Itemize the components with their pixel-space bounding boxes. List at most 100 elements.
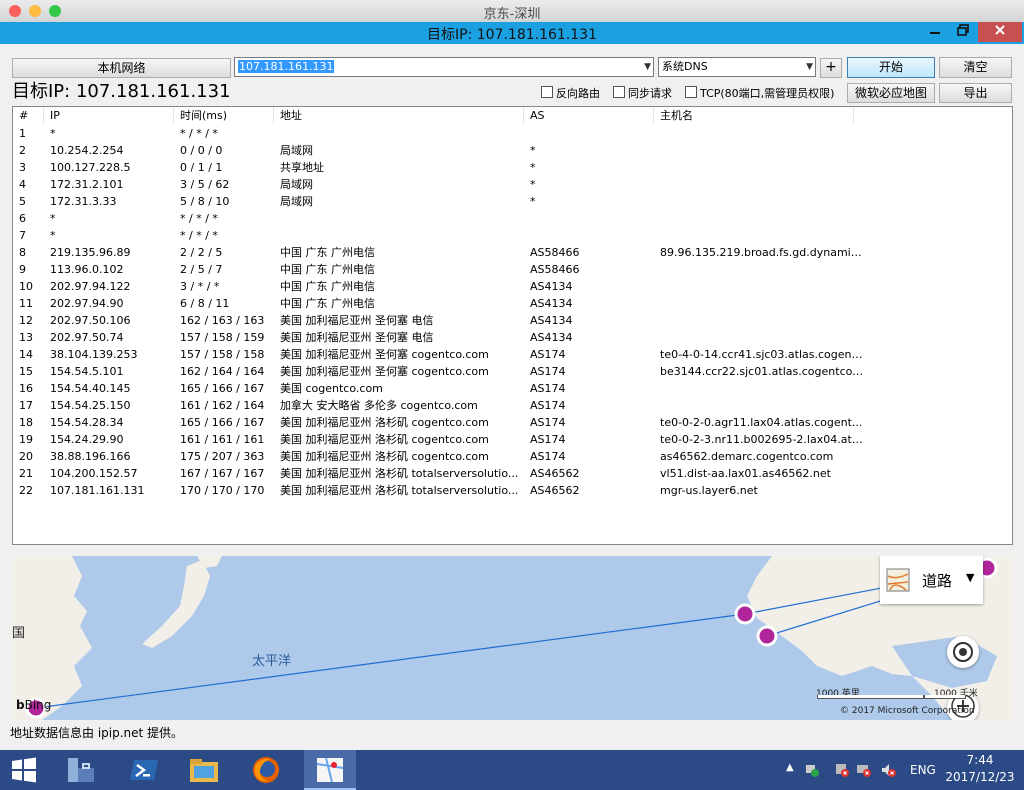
table-row[interactable]: 6 * * / * / * [13, 210, 1012, 227]
cell-time: * / * / * [180, 229, 218, 242]
cell-address: 中国 广东 广州电信 [280, 280, 375, 293]
table-row[interactable]: 5 172.31.3.33 5 / 8 / 10 局域网 * [13, 193, 1012, 210]
table-row[interactable]: 22 107.181.161.131 170 / 170 / 170 美国 加利福尼亚… [13, 482, 1012, 499]
bing-logo[interactable]: bBing [16, 698, 51, 712]
route-map[interactable]: 太平洋 国 道路 ▼ 1000 英里 1000 千米 © 2017 Micros… [12, 556, 1013, 720]
cell-ip: 202.97.94.90 [50, 297, 124, 310]
cell-ip: * [50, 229, 56, 242]
table-row[interactable]: 11 202.97.94.90 6 / 8 / 11 中国 广东 广州电信 AS4134 [13, 295, 1012, 312]
hop-marker[interactable] [756, 625, 778, 647]
table-row[interactable]: 16 154.54.40.145 165 / 166 / 167 美国 cogentc… [13, 380, 1012, 397]
windows-start-icon[interactable] [8, 754, 40, 786]
checkbox-icon[interactable] [613, 86, 625, 98]
ocean-label: 太平洋 [252, 654, 292, 669]
checkbox-icon[interactable] [541, 86, 553, 98]
cell-index: 21 [19, 467, 33, 480]
column-header-as[interactable]: AS [524, 107, 654, 124]
table-row[interactable]: 1 * * / * / * [13, 125, 1012, 142]
chevron-down-icon[interactable]: ▼ [806, 58, 813, 76]
security-tray-icon[interactable] [834, 762, 850, 778]
volume-muted-icon[interactable] [880, 762, 896, 778]
cell-time: 2 / 5 / 7 [180, 263, 223, 276]
table-row[interactable]: 18 154.54.28.34 165 / 166 / 167 美国 加利福尼亚州 洛… [13, 414, 1012, 431]
file-explorer-icon[interactable] [188, 754, 220, 786]
cell-as: AS174 [530, 416, 566, 429]
restore-icon[interactable] [950, 22, 976, 42]
reverse-route-checkbox[interactable]: 反向路由 [541, 86, 600, 101]
table-row[interactable]: 13 202.97.50.74 157 / 158 / 159 美国 加利福尼亚州 圣… [13, 329, 1012, 346]
hop-marker[interactable] [734, 603, 756, 625]
minimize-icon[interactable] [922, 22, 948, 42]
cell-index: 17 [19, 399, 33, 412]
column-header-hostname[interactable]: 主机名 [654, 107, 854, 124]
cell-time: 157 / 158 / 158 [180, 348, 265, 361]
language-indicator[interactable]: ENG [910, 763, 936, 777]
cell-address: 局域网 [280, 178, 313, 191]
target-combo[interactable]: 107.181.161.131 ▼ [234, 57, 654, 77]
column-header-address[interactable]: 地址 [274, 107, 524, 124]
export-button[interactable]: 导出 [939, 83, 1012, 103]
table-row[interactable]: 15 154.54.5.101 162 / 164 / 164 美国 加利福尼亚州 圣… [13, 363, 1012, 380]
cell-time: 161 / 162 / 164 [180, 399, 265, 412]
reverse-route-label: 反向路由 [556, 87, 600, 100]
table-row[interactable]: 4 172.31.2.101 3 / 5 / 62 局域网 * [13, 176, 1012, 193]
table-row[interactable]: 12 202.97.50.106 162 / 163 / 163 美国 加利福尼亚州 … [13, 312, 1012, 329]
cell-as: AS174 [530, 433, 566, 446]
table-row[interactable]: 21 104.200.152.57 167 / 167 / 167 美国 加利福尼亚州… [13, 465, 1012, 482]
clock-date[interactable]: 2017/12/23 [944, 770, 1016, 784]
chevron-down-icon[interactable]: ▼ [966, 571, 974, 584]
besttrace-task-button[interactable] [304, 750, 356, 790]
bing-map-button[interactable]: 微软必应地图 [847, 83, 935, 103]
scale-bar-km [924, 695, 966, 699]
cell-time: 162 / 164 / 164 [180, 365, 265, 378]
cell-as: AS4134 [530, 280, 573, 293]
local-network-button[interactable]: 本机网络 [12, 58, 231, 78]
close-icon[interactable] [978, 22, 1022, 42]
add-button[interactable]: + [820, 58, 842, 78]
table-row[interactable]: 7 * * / * / * [13, 227, 1012, 244]
cell-ip: 202.97.50.106 [50, 314, 131, 327]
chevron-down-icon[interactable]: ▼ [644, 58, 651, 76]
map-style-selector[interactable]: 道路 ▼ [880, 556, 983, 604]
clear-button[interactable]: 清空 [939, 57, 1012, 78]
powershell-icon[interactable] [128, 754, 160, 786]
cell-as: AS174 [530, 348, 566, 361]
server-manager-icon[interactable] [64, 754, 96, 786]
sync-request-checkbox[interactable]: 同步请求 [613, 86, 672, 101]
table-row[interactable]: 8 219.135.96.89 2 / 2 / 5 中国 广东 广州电信 AS58466… [13, 244, 1012, 261]
cell-index: 16 [19, 382, 33, 395]
table-row[interactable]: 14 38.104.139.253 157 / 158 / 158 美国 加利福尼亚州… [13, 346, 1012, 363]
table-row[interactable]: 20 38.88.196.166 175 / 207 / 363 美国 加利福尼亚州 … [13, 448, 1012, 465]
column-header-index[interactable]: # [13, 107, 44, 124]
column-header-ip[interactable]: IP [44, 107, 174, 124]
cell-as: AS174 [530, 399, 566, 412]
locate-button[interactable] [947, 636, 979, 668]
cell-ip: 202.97.94.122 [50, 280, 131, 293]
map-app-icon [316, 757, 344, 783]
start-button[interactable]: 开始 [847, 57, 935, 78]
tray-expand-icon[interactable]: ▲ [786, 762, 794, 773]
bing-icon: b [16, 698, 25, 712]
tcp-checkbox[interactable]: TCP(80端口,需管理员权限) [685, 86, 834, 101]
table-row[interactable]: 3 100.127.228.5 0 / 1 / 1 共享地址 * [13, 159, 1012, 176]
clock-time[interactable]: 7:44 [944, 753, 1016, 767]
table-row[interactable]: 17 154.54.25.150 161 / 162 / 164 加拿大 安大略省 多… [13, 397, 1012, 414]
display-tray-icon[interactable] [856, 762, 872, 778]
firefox-icon[interactable] [250, 754, 282, 786]
table-row[interactable]: 19 154.24.29.90 161 / 161 / 161 美国 加利福尼亚州 洛… [13, 431, 1012, 448]
cell-ip: * [50, 212, 56, 225]
cell-ip: 202.97.50.74 [50, 331, 124, 344]
column-header-time[interactable]: 时间(ms) [174, 107, 274, 124]
target-input-value[interactable]: 107.181.161.131 [238, 60, 335, 73]
dns-select[interactable]: 系统DNS ▼ [658, 57, 816, 77]
checkbox-icon[interactable] [685, 86, 697, 98]
traceroute-table[interactable]: # IP 时间(ms) 地址 AS 主机名 1 * * / * / * 2 10.254… [12, 106, 1013, 545]
cell-index: 6 [19, 212, 26, 225]
table-row[interactable]: 2 10.254.2.254 0 / 0 / 0 局域网 * [13, 142, 1012, 159]
table-row[interactable]: 10 202.97.94.122 3 / * / * 中国 广东 广州电信 AS4134 [13, 278, 1012, 295]
network-tray-icon[interactable] [804, 762, 820, 778]
table-row[interactable]: 9 113.96.0.102 2 / 5 / 7 中国 广东 广州电信 AS58466 [13, 261, 1012, 278]
cell-address: 中国 广东 广州电信 [280, 263, 375, 276]
cell-as: AS4134 [530, 331, 573, 344]
cell-address: 美国 加利福尼亚州 圣何塞 电信 [280, 331, 434, 344]
